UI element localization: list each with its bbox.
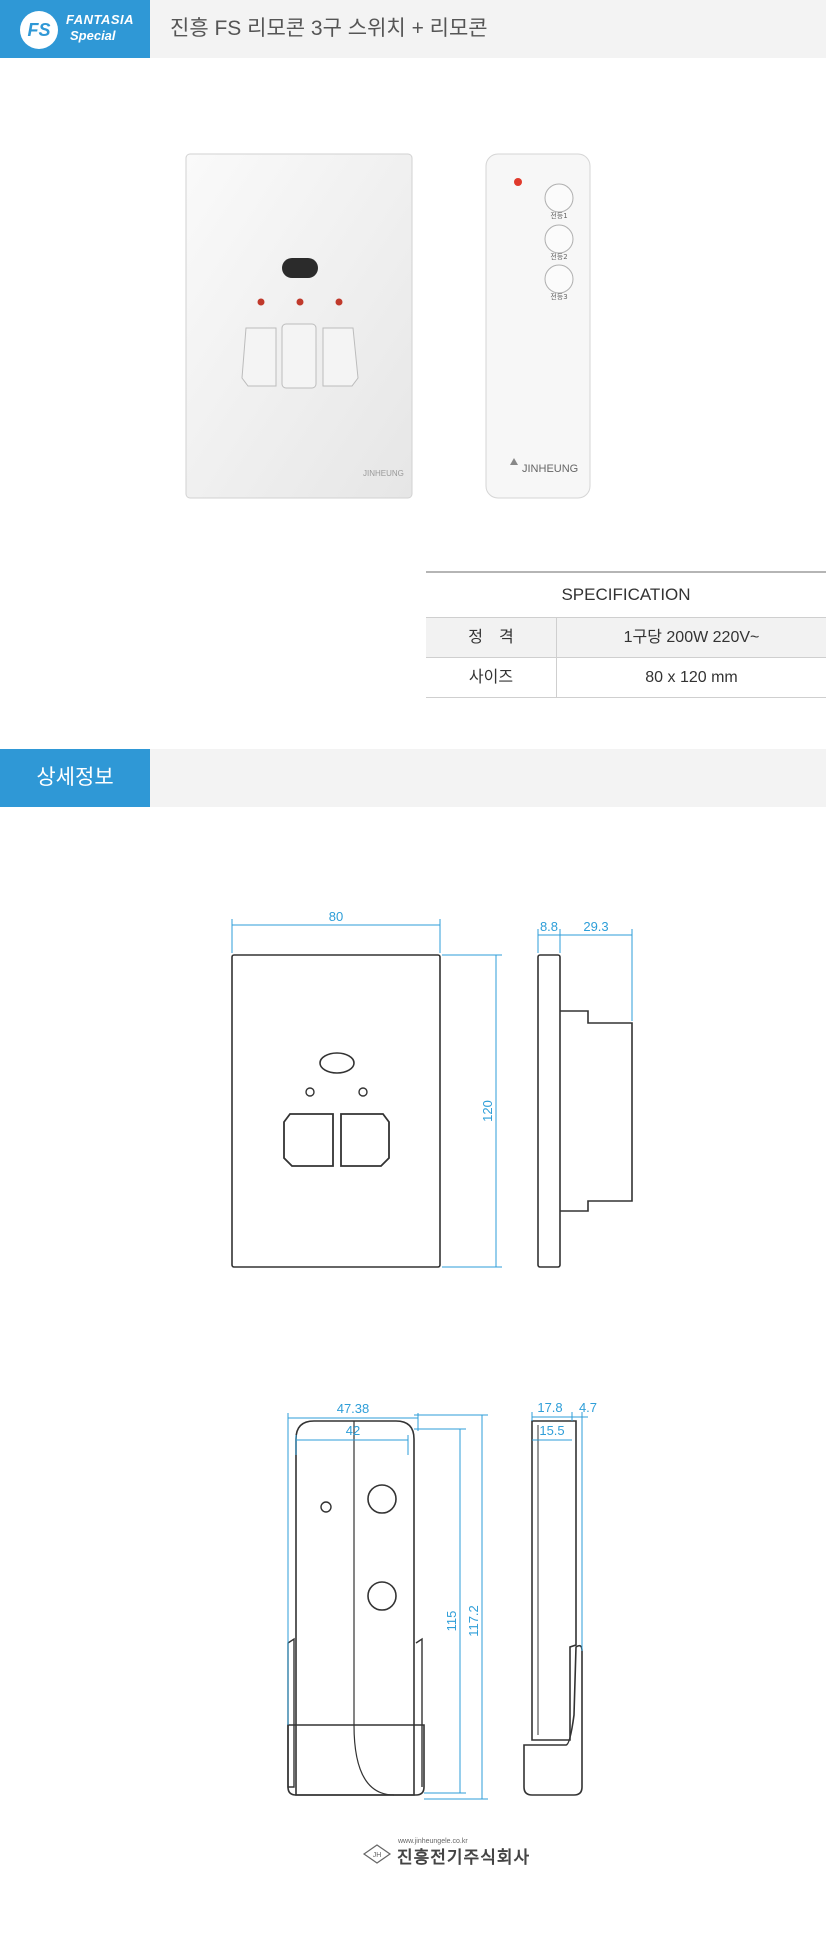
product-header: FS FANTASIA Special 진흥 FS 리모콘 3구 스위치 + 리… <box>0 0 826 58</box>
brand-logo: FS FANTASIA Special <box>0 0 150 58</box>
spec-value: 80 x 120 mm <box>645 669 738 686</box>
spec-table: SPECIFICATION 정 격 1구당 200W 220V~ 사이즈 80 … <box>426 571 826 698</box>
remote-button-3-label: 전등3 <box>550 292 567 301</box>
remote-brand-label: JINHEUNG <box>522 463 578 475</box>
switch-brand-label: JINHEUNG <box>363 469 404 478</box>
spec-label: 정 격 <box>426 618 557 657</box>
remote-button-2-label: 전등2 <box>550 252 567 261</box>
wall-switch-photo: JINHEUNG <box>185 153 413 499</box>
dim-side-total: 17.8 <box>537 1400 562 1415</box>
spec-row-rating: 정 격 1구당 200W 220V~ <box>426 618 826 658</box>
remote-button-1-label: 전등1 <box>550 211 567 220</box>
dim-side-depth: 29.3 <box>583 919 608 934</box>
dim-side-thickness: 8.8 <box>540 919 558 934</box>
spec-value: 1구당 200W 220V~ <box>623 629 760 646</box>
spec-label: 사이즈 <box>426 658 557 697</box>
logo-line1: FANTASIA <box>66 12 135 27</box>
detail-header: 상세정보 <box>0 749 826 807</box>
dim-width-label: 80 <box>329 909 343 924</box>
spec-heading: SPECIFICATION <box>426 571 826 618</box>
company-name: 진흥전기주식회사 <box>397 1848 531 1867</box>
detail-tag-label: 상세정보 <box>36 766 114 789</box>
product-title: 진흥 FS 리모콘 3구 스위치 + 리모콘 <box>170 17 488 40</box>
dim-inner-width: 42 <box>346 1423 360 1438</box>
dim-outer-height: 117.2 <box>466 1605 481 1637</box>
remote-photo: 전등1 전등2 전등3 JINHEUNG <box>485 153 591 499</box>
dim-inner-height: 115 <box>444 1611 459 1632</box>
dim-side-inner: 15.5 <box>539 1423 564 1438</box>
company-logo-icon: JH <box>362 1844 392 1864</box>
remote-dimension-drawing: 47.38 42 115 117.2 17.8 4.7 15.5 <box>287 1400 597 1800</box>
spec-row-size: 사이즈 80 x 120 mm <box>426 658 826 698</box>
dim-outer-width: 47.38 <box>337 1401 370 1416</box>
logo-line2: Special <box>70 28 116 43</box>
switch-dimension-drawing: 80 120 8.8 29.3 <box>231 909 633 1268</box>
logo-mark: FS <box>20 11 58 49</box>
dim-height-label: 120 <box>480 1100 495 1122</box>
company-logo-mark: JH <box>373 1852 382 1859</box>
dim-side-extra: 4.7 <box>579 1400 597 1415</box>
detail-tag: 상세정보 <box>0 749 150 807</box>
